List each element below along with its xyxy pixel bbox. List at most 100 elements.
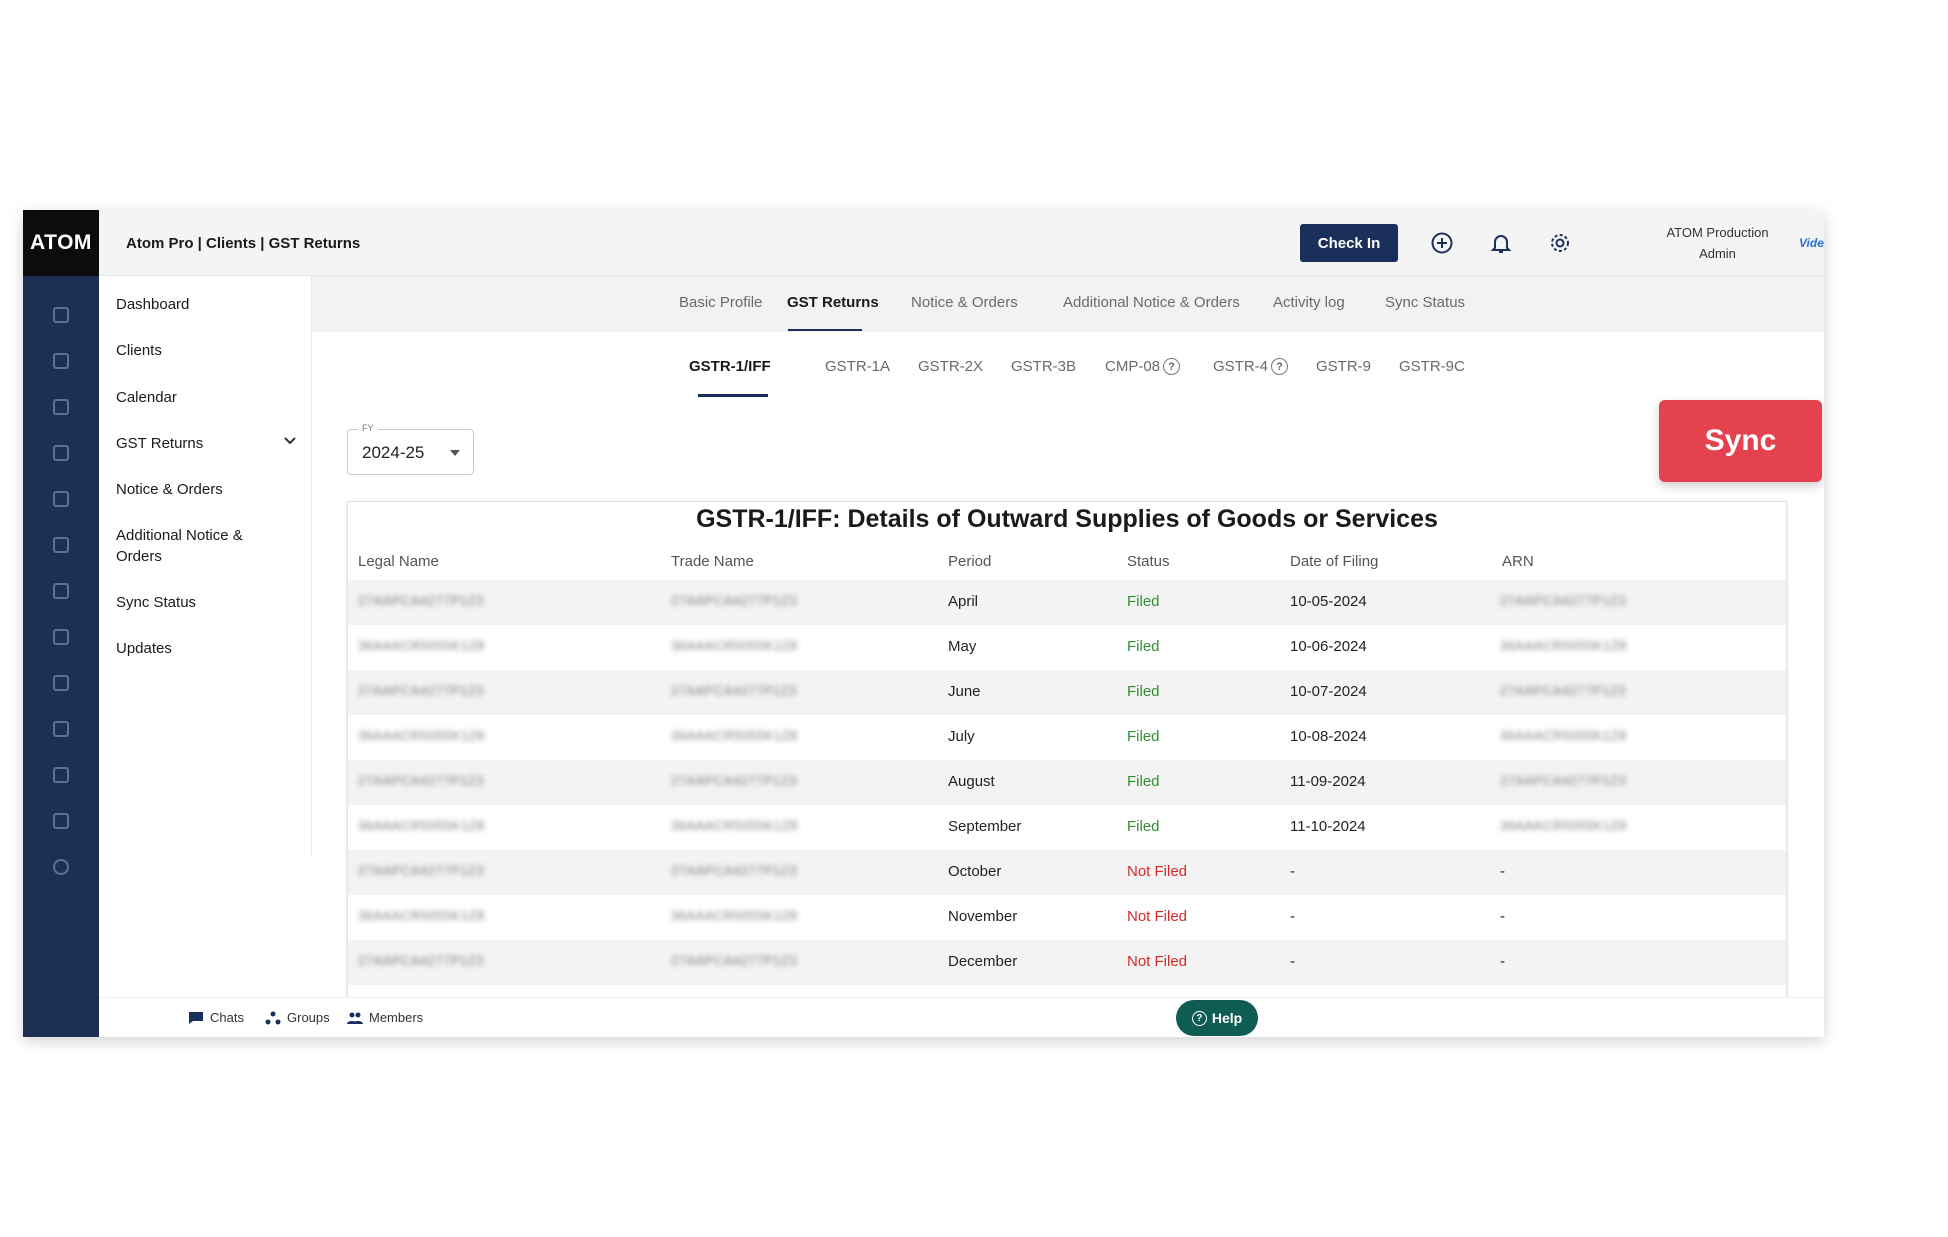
- tab-activity-log[interactable]: Activity log: [1273, 294, 1345, 311]
- sidebar-item-dashboard[interactable]: Dashboard: [116, 294, 296, 315]
- top-header: Atom Pro | Clients | GST Returns Check I…: [99, 210, 1824, 276]
- check-in-button[interactable]: Check In: [1300, 224, 1398, 262]
- groups-label: Groups: [287, 1010, 330, 1025]
- table-row[interactable]: 27AAPCA4277P1Z3 27AAPCA4277P1Z3 August File…: [348, 760, 1786, 805]
- user-icon[interactable]: [23, 430, 99, 476]
- status-cell: Not Filed: [1127, 908, 1188, 925]
- table-row[interactable]: 36AAACR5055K1Z8 36AAACR5055K1Z8 July Filed 1…: [348, 715, 1786, 760]
- sidebar-item-notice-orders[interactable]: Notice & Orders: [116, 479, 296, 500]
- atom-logo[interactable]: ATOM: [23, 210, 99, 276]
- table-row[interactable]: 27AAPCA4277P1Z3 27AAPCA4277P1Z3 December No…: [348, 940, 1786, 985]
- arn-cell: -: [1500, 863, 1505, 880]
- user-name: ATOM Production: [1666, 225, 1769, 240]
- date-of-filing-cell: 10-07-2024: [1290, 683, 1367, 700]
- reports-icon[interactable]: [23, 568, 99, 614]
- subtab-gstr-4[interactable]: GSTR-4 ?: [1213, 358, 1289, 375]
- document-icon[interactable]: [23, 798, 99, 844]
- subtab-gstr-9[interactable]: GSTR-9: [1316, 358, 1371, 375]
- status-cell: Filed: [1127, 818, 1160, 835]
- subtab-gstr-2x[interactable]: GSTR-2X: [918, 358, 983, 375]
- message-icon[interactable]: [23, 752, 99, 798]
- sync-icon[interactable]: [23, 660, 99, 706]
- period-cell: May: [948, 638, 977, 655]
- active-tab-indicator: [788, 329, 862, 331]
- tab-notice-orders[interactable]: Notice & Orders: [911, 294, 1018, 311]
- footer-bar: Chats Groups Members ? Help: [99, 997, 1824, 1037]
- period-cell: June: [948, 683, 981, 700]
- client-tabs: Basic Profile GST Returns Notice & Order…: [312, 276, 1824, 332]
- sidebar-item-sync-status[interactable]: Sync Status: [116, 592, 296, 613]
- subtab-gstr-9c[interactable]: GSTR-9C: [1399, 358, 1465, 375]
- brand-logo: Vider: [1799, 236, 1824, 250]
- tab-gst-returns[interactable]: GST Returns: [787, 294, 879, 311]
- table-row[interactable]: 27AAPCA4277P1Z3 27AAPCA4277P1Z3 October Not…: [348, 850, 1786, 895]
- table-row[interactable]: 27AAPCA4277P1Z3 27AAPCA4277P1Z3 June Filed 1…: [348, 670, 1786, 715]
- arn-cell: 27AAPCA4277P1Z3: [1500, 773, 1627, 788]
- legal-name-cell: 27AAPCA4277P1Z3: [358, 683, 485, 698]
- sidebar-item-clients[interactable]: Clients: [116, 340, 296, 361]
- chats-link[interactable]: Chats: [188, 1010, 244, 1025]
- table-row[interactable]: 27AAPCA4277P1Z3 27AAPCA4277P1Z3 April Filed…: [348, 580, 1786, 625]
- help-icon: ?: [1191, 1010, 1207, 1026]
- dashboard-icon[interactable]: [23, 292, 99, 338]
- groups-link[interactable]: Groups: [265, 1010, 330, 1025]
- legal-name-cell: 36AAACR5055K1Z8: [358, 728, 485, 743]
- fy-select[interactable]: FY 2024-25: [347, 423, 474, 475]
- sidebar-item-calendar[interactable]: Calendar: [116, 387, 296, 408]
- subtab-label: GSTR-4: [1213, 358, 1269, 375]
- clients-icon[interactable]: [23, 338, 99, 384]
- help-button[interactable]: ? Help: [1176, 1000, 1258, 1036]
- billing-icon[interactable]: [23, 614, 99, 660]
- column-header[interactable]: Status: [1127, 553, 1170, 570]
- column-header[interactable]: Trade Name: [671, 553, 754, 570]
- user-role: Admin: [1699, 246, 1736, 261]
- table-row[interactable]: 36AAACR5055K1Z8 36AAACR5055K1Z8 September F…: [348, 805, 1786, 850]
- help-circle-icon[interactable]: ?: [1163, 358, 1181, 375]
- sync-button[interactable]: Sync: [1659, 400, 1822, 482]
- subtab-gstr-1-iff[interactable]: GSTR-1/IFF: [689, 358, 771, 375]
- tab-sync-status[interactable]: Sync Status: [1385, 294, 1465, 311]
- tab-basic-profile[interactable]: Basic Profile: [679, 294, 762, 311]
- gear-icon[interactable]: [1547, 230, 1573, 256]
- tasks-icon[interactable]: [23, 476, 99, 522]
- sidebar-item-additional-notice[interactable]: Additional Notice & Orders: [116, 525, 276, 567]
- subtab-label: CMP-08: [1105, 358, 1161, 375]
- megaphone-icon[interactable]: [23, 706, 99, 752]
- table-row[interactable]: 36AAACR5055K1Z8 36AAACR5055K1Z8 May Filed 10…: [348, 625, 1786, 670]
- search-icon[interactable]: [23, 844, 99, 890]
- fy-label: FY: [358, 423, 378, 433]
- subtab-cmp-08[interactable]: CMP-08 ?: [1105, 358, 1181, 375]
- help-circle-icon[interactable]: ?: [1271, 358, 1289, 375]
- column-header[interactable]: ARN: [1502, 553, 1534, 570]
- arn-cell: 36AAACR5055K1Z8: [1500, 818, 1627, 833]
- members-link[interactable]: Members: [347, 1010, 423, 1025]
- date-of-filing-cell: -: [1290, 953, 1295, 970]
- contacts-icon[interactable]: [23, 522, 99, 568]
- user-info[interactable]: ATOM Production Admin: [1655, 222, 1780, 264]
- calendar-icon[interactable]: [23, 384, 99, 430]
- subtab-gstr-3b[interactable]: GSTR-3B: [1011, 358, 1076, 375]
- trade-name-cell: 27AAPCA4277P1Z3: [671, 773, 798, 788]
- period-cell: July: [948, 728, 975, 745]
- status-cell: Filed: [1127, 683, 1160, 700]
- subtab-gstr-1a[interactable]: GSTR-1A: [825, 358, 890, 375]
- arn-cell: 27AAPCA4277P1Z3: [1500, 593, 1627, 608]
- chat-icon: [189, 1011, 203, 1024]
- column-header[interactable]: Legal Name: [358, 553, 439, 570]
- arn-cell: 36AAACR5055K1Z8: [1500, 728, 1627, 743]
- breadcrumb: Atom Pro | Clients | GST Returns: [126, 234, 361, 252]
- icon-rail: ATOM: [23, 210, 99, 1037]
- sidebar-item-gst-returns[interactable]: GST Returns: [116, 433, 296, 454]
- tab-additional-notice-orders[interactable]: Additional Notice & Orders: [1063, 294, 1240, 311]
- status-cell: Filed: [1127, 773, 1160, 790]
- groups-icon: [265, 1011, 281, 1024]
- legal-name-cell: 27AAPCA4277P1Z3: [358, 953, 485, 968]
- column-header[interactable]: Date of Filing: [1290, 553, 1378, 570]
- bell-icon[interactable]: [1488, 230, 1514, 256]
- add-circle-icon[interactable]: [1429, 230, 1455, 256]
- date-of-filing-cell: 10-08-2024: [1290, 728, 1367, 745]
- sidebar-item-updates[interactable]: Updates: [116, 638, 296, 659]
- table-row[interactable]: 36AAACR5055K1Z8 36AAACR5055K1Z8 November No…: [348, 895, 1786, 940]
- table-title: GSTR-1/IFF: Details of Outward Supplies …: [696, 505, 1438, 533]
- column-header[interactable]: Period: [948, 553, 991, 570]
